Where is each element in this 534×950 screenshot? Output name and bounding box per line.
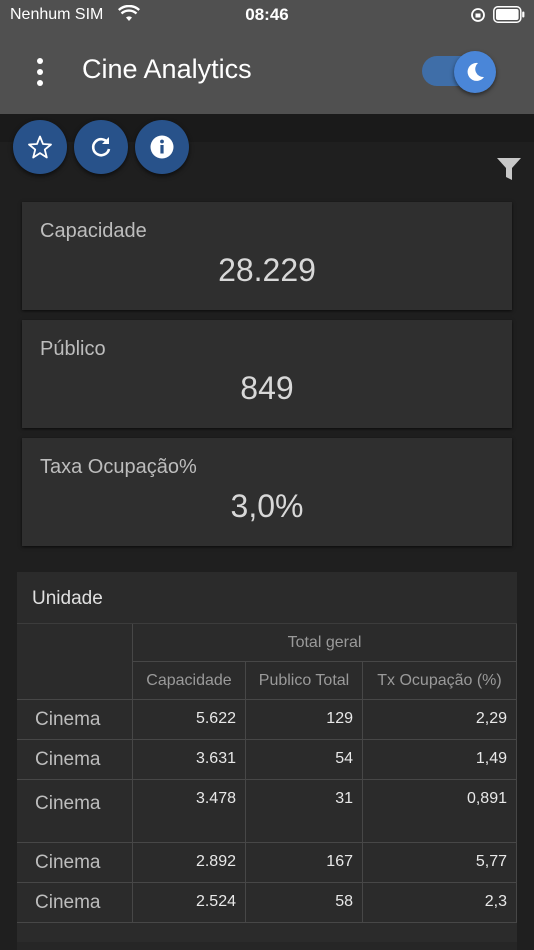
cell-publico: 58 xyxy=(246,883,363,923)
cell-capacidade: 2.524 xyxy=(133,883,246,923)
battery-icon xyxy=(493,6,525,23)
cell-taxa: 1,49 xyxy=(363,740,517,780)
table-title: Unidade xyxy=(32,588,103,609)
app-title: Cine Analytics xyxy=(82,54,252,84)
column-header-publico[interactable]: Publico Total xyxy=(246,662,363,700)
dot xyxy=(37,80,43,86)
row-label: Cinema xyxy=(17,883,133,923)
kpi-label: Público xyxy=(40,338,106,360)
kpi-value: 849 xyxy=(240,370,294,406)
cell-capacidade: 2.892 xyxy=(133,843,246,883)
kpi-label: Taxa Ocupação% xyxy=(40,456,197,478)
kpi-value: 28.229 xyxy=(218,252,316,288)
kpi-card-publico: Público 849 xyxy=(22,320,512,428)
next-panel-edge xyxy=(17,942,517,950)
more-menu-button[interactable] xyxy=(26,54,56,90)
row-label: Cinema xyxy=(17,740,133,780)
cell-publico: 167 xyxy=(246,843,363,883)
cell-capacidade: 3.478 xyxy=(133,780,246,843)
kpi-card-taxa-ocupacao: Taxa Ocupação% 3,0% xyxy=(22,438,512,546)
row-label: Cinema xyxy=(17,700,133,740)
star-icon xyxy=(28,135,52,159)
cell-taxa: 2,3 xyxy=(363,883,517,923)
row-label: Cinema xyxy=(17,843,133,883)
cell-capacidade: 3.631 xyxy=(133,740,246,780)
refresh-icon xyxy=(91,137,111,157)
favorite-button[interactable] xyxy=(13,120,67,174)
clock: 08:46 xyxy=(245,5,289,24)
cell-capacidade: 5.622 xyxy=(133,700,246,740)
refresh-button[interactable] xyxy=(74,120,128,174)
kpi-label: Capacidade xyxy=(40,220,147,242)
cell-taxa: 2,29 xyxy=(363,700,517,740)
cell-taxa: 5,77 xyxy=(363,843,517,883)
cell-publico: 54 xyxy=(246,740,363,780)
cell-publico: 129 xyxy=(246,700,363,740)
info-icon xyxy=(150,135,174,159)
column-header-taxa[interactable]: Tx Ocupação (%) xyxy=(363,662,517,700)
moon-icon[interactable] xyxy=(454,51,496,93)
column-header-capacidade[interactable]: Capacidade xyxy=(133,662,246,700)
rotation-lock-icon xyxy=(471,8,485,22)
info-button[interactable] xyxy=(135,120,189,174)
dot xyxy=(37,58,43,64)
filter-icon[interactable] xyxy=(496,157,522,181)
group-header: Total geral xyxy=(133,624,517,662)
cell-taxa: 0,891 xyxy=(363,780,517,843)
cell-publico: 31 xyxy=(246,780,363,843)
dot xyxy=(37,69,43,75)
table-corner-cell xyxy=(17,624,133,700)
kpi-card-capacidade: Capacidade 28.229 xyxy=(22,202,512,310)
status-bar: Nenhum SIM 08:46 xyxy=(0,0,534,30)
kpi-value: 3,0% xyxy=(230,488,304,524)
row-label: Cinema xyxy=(17,780,133,843)
app-bar: Cine Analytics xyxy=(0,30,534,114)
unidade-table-panel: Unidade Total geral Capacidade Publico T… xyxy=(17,572,517,950)
